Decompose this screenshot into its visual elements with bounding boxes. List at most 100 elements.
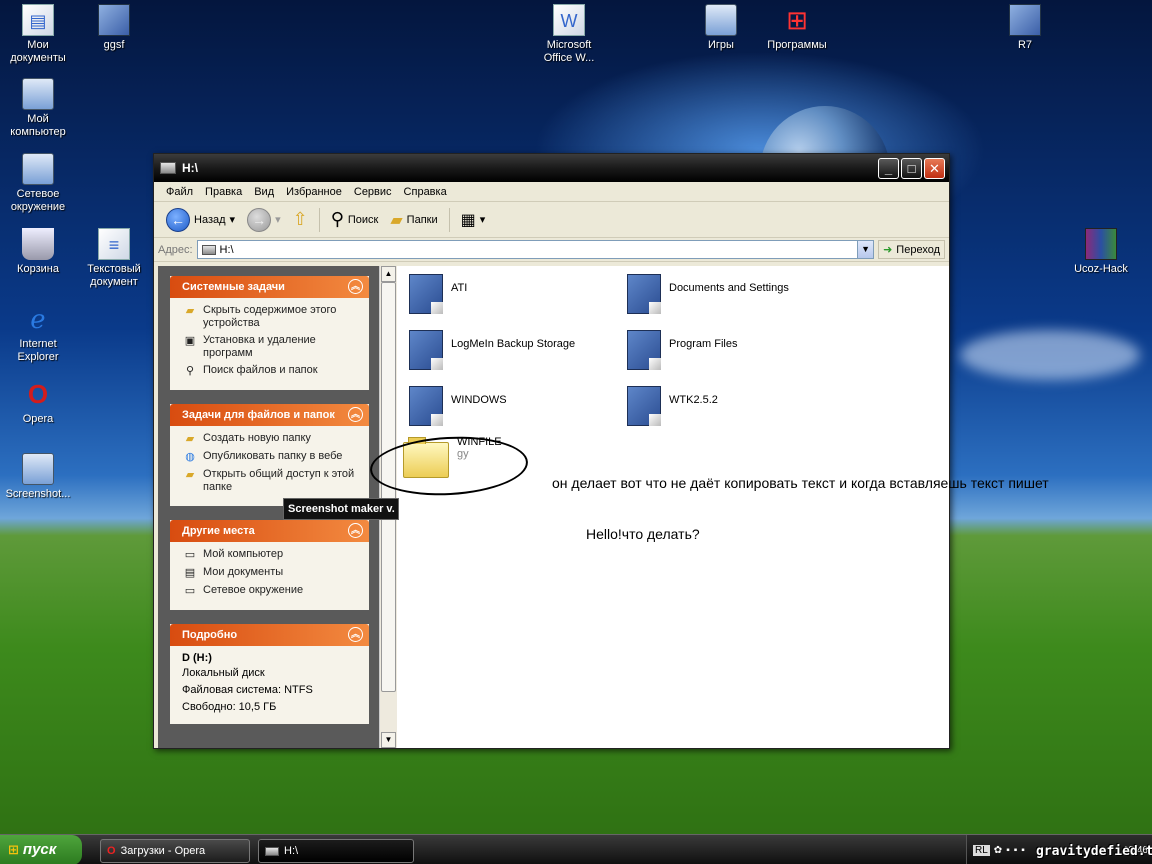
up-folder-button[interactable]: ⇧	[289, 207, 312, 232]
desktop-icon-ucoz-hack[interactable]: Ucoz-Hack	[1063, 228, 1139, 276]
place-network[interactable]: ▭ Сетевое окружение	[182, 584, 361, 598]
drive-free-space: Свободно: 10,5 ГБ	[182, 701, 277, 713]
place-my-computer[interactable]: ▭ Мой компьютер	[182, 548, 361, 562]
tray-icon[interactable]: ▪	[1006, 845, 1010, 856]
desktop-icon-word[interactable]: W Microsoft Office W...	[531, 4, 607, 65]
desktop-icon-my-computer[interactable]: Мой компьютер	[0, 78, 76, 139]
collapse-icon[interactable]: ︽	[348, 407, 363, 422]
folders-icon: ▰	[390, 211, 403, 229]
address-dropdown-button[interactable]: ▼	[857, 241, 874, 258]
menu-favorites[interactable]: Избранное	[280, 186, 348, 198]
folder-item[interactable]: LogMeIn Backup Storage	[409, 330, 575, 370]
place-my-documents[interactable]: ▤ Мои документы	[182, 566, 361, 580]
desktop-icon-my-documents[interactable]: ▤ Мои документы	[0, 4, 76, 65]
system-tasks-panel: Системные задачи ︽ ▰ Скрыть содержимое это…	[170, 276, 369, 390]
network-icon: ▭	[184, 585, 196, 597]
folder-item[interactable]: Program Files	[627, 330, 737, 370]
my-documents-icon: ▤	[184, 567, 196, 579]
panel-header[interactable]: Подробно ︽	[170, 624, 369, 646]
desktop-icon-games[interactable]: Игры	[683, 4, 759, 52]
scroll-down-button[interactable]: ▼	[381, 732, 396, 748]
window-title: H:\	[182, 161, 198, 175]
drive-icon	[201, 244, 216, 255]
panel-header[interactable]: Системные задачи ︽	[170, 276, 369, 298]
drive-icon	[265, 846, 279, 856]
search-icon: ⚲	[185, 365, 195, 377]
desktop-icon-internet-explorer[interactable]: ℯ Internet Explorer	[0, 303, 76, 364]
start-button[interactable]: ⊞ пуск	[0, 834, 82, 864]
panel-header[interactable]: Другие места ︽	[170, 520, 369, 542]
file-tasks-panel: Задачи для файлов и папок ︽ ▰ Создать нову…	[170, 404, 369, 506]
desktop-icon-r7[interactable]: R7	[987, 4, 1063, 52]
desktop-icon-programs[interactable]: ⊞ Программы	[759, 4, 835, 52]
desktop-icon-network[interactable]: Сетевое окружение	[0, 153, 76, 214]
tray-icon[interactable]: ✿	[994, 845, 1002, 856]
desktop-icon-ggsf[interactable]: ggsf	[76, 4, 152, 52]
desktop-icon-text-document[interactable]: ≡ Текстовый документ	[76, 228, 152, 289]
back-button[interactable]: ← Назад ▾	[162, 206, 239, 234]
address-input[interactable]: H:\ ▼	[196, 240, 875, 259]
toolbar: ← Назад ▾ → ▾ ⇧ ⚲ Поиск ▰ Папки ▦ ▾	[154, 202, 949, 238]
desktop-icon-screenshot[interactable]: Screenshot...	[0, 453, 76, 501]
search-button[interactable]: ⚲ Поиск	[327, 207, 383, 232]
details-panel: Подробно ︽ D (H:) Локальный диск Файловая…	[170, 624, 369, 724]
drive-name: D (H:)	[182, 652, 212, 664]
title-bar[interactable]: H:\ _ □ ✕	[154, 154, 949, 182]
network-icon	[22, 153, 54, 185]
menu-help[interactable]: Справка	[398, 186, 453, 198]
task-search-files[interactable]: ⚲ Поиск файлов и папок	[182, 364, 361, 378]
other-places-panel: Другие места ︽ ▭ Мой компьютер ▤ Мои докуме…	[170, 520, 369, 610]
taskbar-item-explorer[interactable]: H:\	[258, 839, 414, 863]
drive-icon	[160, 162, 176, 174]
folder-item[interactable]: ATI	[409, 274, 467, 314]
watermark: gravitydefied.tk	[1036, 844, 1152, 859]
task-new-folder[interactable]: ▰ Создать новую папку	[182, 432, 361, 446]
desktop-icon-opera[interactable]: O Opera	[0, 378, 76, 426]
language-indicator[interactable]: RL	[973, 844, 990, 856]
word-icon: W	[553, 4, 585, 36]
go-arrow-icon: ➜	[883, 244, 893, 256]
collapse-icon[interactable]: ︽	[348, 627, 363, 642]
tray-icon[interactable]: ▪	[1014, 845, 1018, 856]
tray-icon[interactable]: ▪	[1021, 845, 1025, 856]
chevron-down-icon: ▾	[229, 214, 236, 226]
views-button[interactable]: ▦ ▾	[457, 208, 490, 232]
minimize-button[interactable]: _	[878, 157, 899, 179]
folders-button[interactable]: ▰ Папки	[386, 208, 441, 232]
folder-item[interactable]: Documents and Settings	[627, 274, 789, 314]
go-button[interactable]: ➜ Переход	[878, 240, 945, 259]
close-button[interactable]: ✕	[924, 157, 945, 179]
taskbar-item-opera[interactable]: O Загрузки - Opera	[100, 839, 250, 863]
collapse-icon[interactable]: ︽	[348, 523, 363, 538]
folder-item[interactable]: WINDOWS	[409, 386, 507, 426]
windows-flag-icon: ⊞	[786, 5, 808, 35]
task-hide-contents[interactable]: ▰ Скрыть содержимое этого устройства	[182, 304, 361, 330]
file-icon	[1009, 4, 1041, 36]
ie-icon: ℯ	[30, 304, 46, 334]
menu-view[interactable]: Вид	[248, 186, 280, 198]
folder-item[interactable]: WTK2.5.2	[627, 386, 718, 426]
task-add-remove-programs[interactable]: ▣ Установка и удаление программ	[182, 334, 361, 360]
menu-tools[interactable]: Сервис	[348, 186, 398, 198]
share-icon: ▰	[185, 469, 195, 481]
scroll-up-button[interactable]: ▲	[381, 266, 396, 282]
taskbar: ⊞ пуск O Загрузки - Opera H:\ RL ✿ ▪ ▪ ▪ 1…	[0, 834, 1152, 864]
explorer-window: H:\ _ □ ✕ Файл Правка Вид Избранное Серв…	[153, 153, 950, 749]
menu-file[interactable]: Файл	[160, 186, 199, 198]
globe-icon: ◍	[185, 451, 195, 463]
task-share-folder[interactable]: ▰ Открыть общий доступ к этой папке	[182, 468, 361, 494]
panel-header[interactable]: Задачи для файлов и папок ︽	[170, 404, 369, 426]
forward-button[interactable]: → ▾	[243, 206, 285, 234]
maximize-button[interactable]: □	[901, 157, 922, 179]
collapse-icon[interactable]: ︽	[348, 279, 363, 294]
forward-arrow-icon: →	[247, 207, 272, 232]
drive-filesystem: Файловая система: NTFS	[182, 684, 313, 696]
up-folder-icon: ⇧	[292, 209, 308, 229]
folder-icon: ▰	[185, 305, 195, 317]
my-documents-icon: ▤	[22, 4, 54, 36]
windows-flag-icon: ⊞	[8, 841, 19, 857]
desktop-icon-recycle-bin[interactable]: Корзина	[0, 228, 76, 276]
menu-edit[interactable]: Правка	[199, 186, 248, 198]
task-publish-web[interactable]: ◍ Опубликовать папку в вебе	[182, 450, 361, 464]
file-icon	[98, 4, 130, 36]
